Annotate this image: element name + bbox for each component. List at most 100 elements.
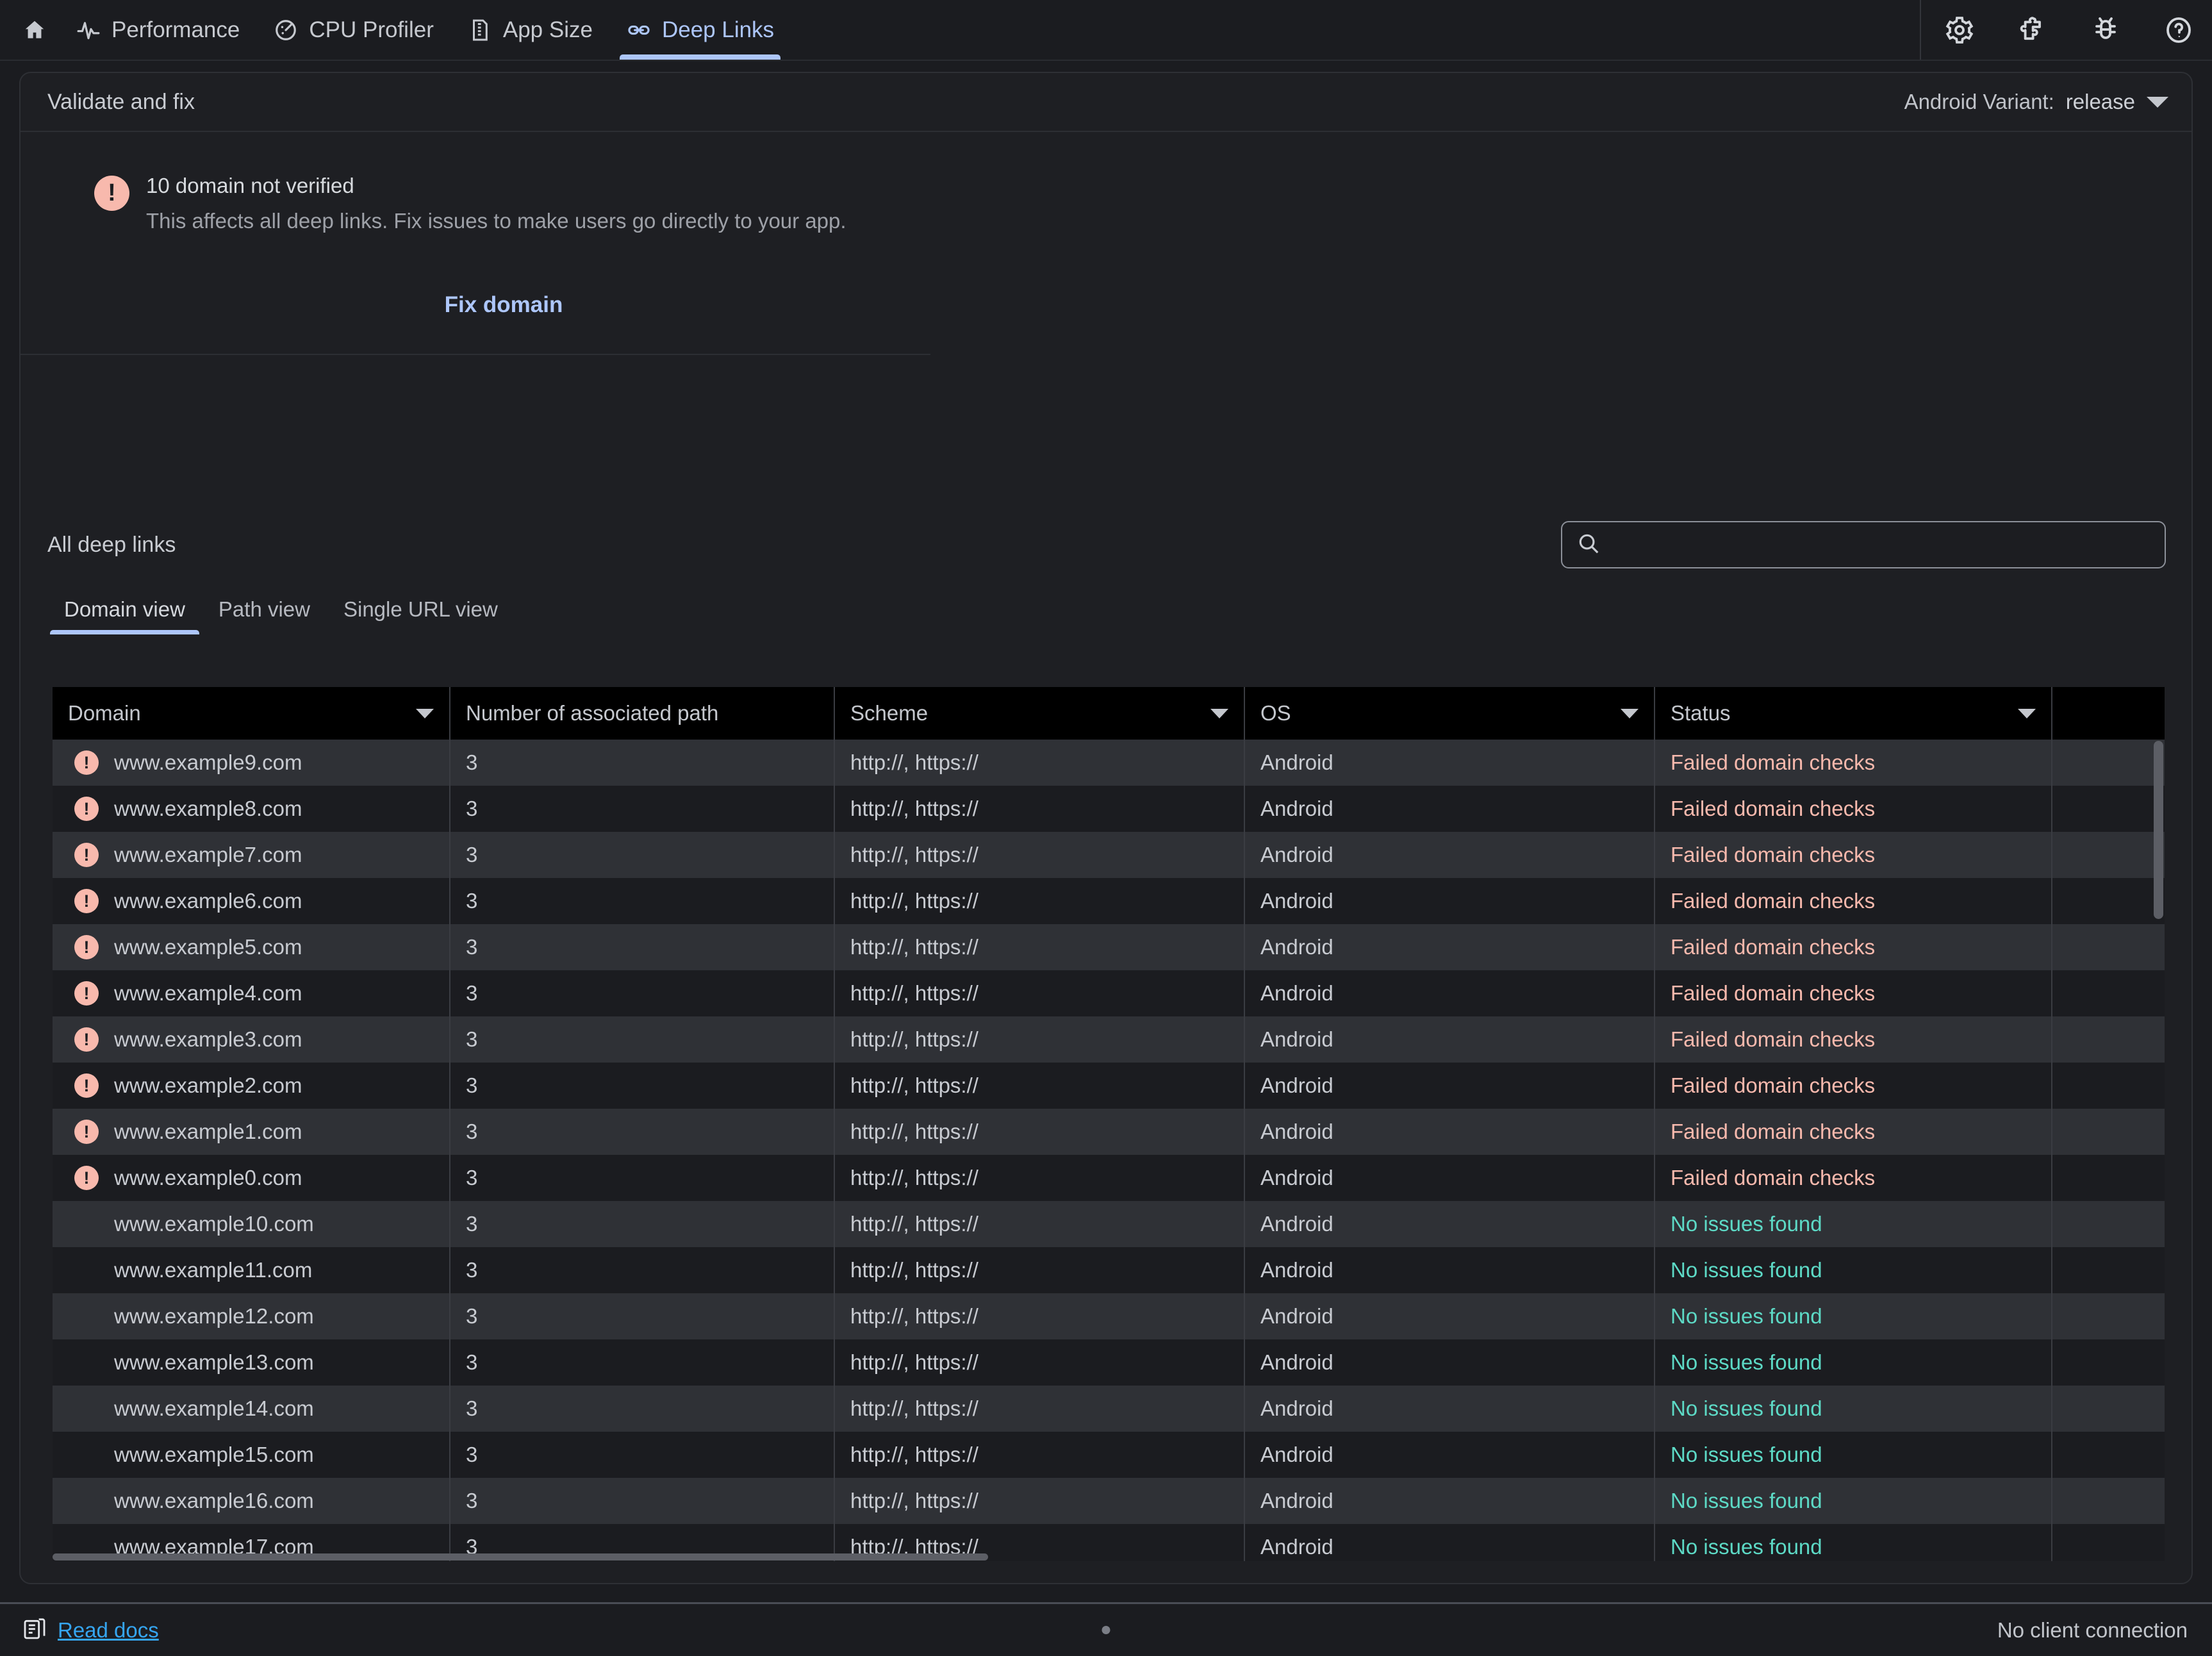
- column-header-number-of-associated-path[interactable]: Number of associated path: [450, 687, 834, 740]
- table-row[interactable]: !www.example8.com3http://, https://Andro…: [53, 786, 2165, 832]
- cell-paths: 3: [450, 1339, 834, 1386]
- fix-domain-row: Fix domain: [21, 285, 930, 355]
- read-docs[interactable]: Read docs: [22, 1616, 159, 1644]
- chevron-down-icon: [1210, 709, 1228, 718]
- error-icon: !: [74, 1073, 99, 1098]
- link-icon: [626, 17, 652, 43]
- table-row[interactable]: www.example13.com3http://, https://Andro…: [53, 1339, 2165, 1386]
- cell-paths: 3: [450, 1432, 834, 1478]
- cell-scheme: http://, https://: [834, 1386, 1244, 1432]
- view-tab-domain-view[interactable]: Domain view: [47, 597, 202, 634]
- fix-domain-button[interactable]: Fix domain: [425, 285, 582, 326]
- cell-actions: [2052, 1016, 2165, 1063]
- cell-domain: !www.example9.com: [53, 740, 450, 786]
- column-header-domain[interactable]: Domain: [53, 687, 450, 740]
- help-icon[interactable]: [2162, 13, 2195, 47]
- docs-icon: [22, 1616, 47, 1644]
- domain-alert-title: 10 domain not verified: [146, 174, 846, 198]
- domain-alert: ! 10 domain not verified This affects al…: [21, 165, 2191, 236]
- cell-domain: !www.example5.com: [53, 924, 450, 970]
- cell-paths: 3: [450, 786, 834, 832]
- cell-paths: 3: [450, 1293, 834, 1339]
- horizontal-scrollbar[interactable]: [53, 1552, 2150, 1561]
- chevron-down-icon: [2147, 97, 2168, 108]
- table-row[interactable]: www.example16.com3http://, https://Andro…: [53, 1478, 2165, 1524]
- cell-status: Failed domain checks: [1655, 1109, 2052, 1155]
- column-header-scheme[interactable]: Scheme: [834, 687, 1244, 740]
- cell-actions: [2052, 1155, 2165, 1201]
- deep-links-table: DomainNumber of associated path Scheme OS S…: [53, 687, 2165, 1561]
- table-row[interactable]: www.example14.com3http://, https://Andro…: [53, 1386, 2165, 1432]
- error-icon: !: [94, 176, 129, 211]
- cell-scheme: http://, https://: [834, 832, 1244, 878]
- all-deep-links-title: All deep links: [47, 533, 176, 558]
- read-docs-link[interactable]: Read docs: [58, 1618, 159, 1643]
- table-row[interactable]: !www.example1.com3http://, https://Andro…: [53, 1109, 2165, 1155]
- horizontal-scrollbar-thumb[interactable]: [53, 1553, 988, 1561]
- cell-domain: www.example12.com: [53, 1293, 450, 1339]
- cell-paths: 3: [450, 878, 834, 924]
- table-row[interactable]: !www.example3.com3http://, https://Andro…: [53, 1016, 2165, 1063]
- cell-scheme: http://, https://: [834, 1063, 1244, 1109]
- view-tab-label: Single URL view: [343, 597, 498, 621]
- cell-domain: www.example16.com: [53, 1478, 450, 1524]
- vertical-scrollbar[interactable]: [2152, 741, 2165, 1561]
- toolbar-actions: [1920, 0, 2212, 60]
- nav-tab-home[interactable]: [8, 0, 59, 60]
- table-row[interactable]: www.example10.com3http://, https://Andro…: [53, 1201, 2165, 1247]
- cell-paths: 3: [450, 1155, 834, 1201]
- nav-tab-app-size[interactable]: App Size: [450, 0, 609, 60]
- cell-paths: 3: [450, 740, 834, 786]
- search-box[interactable]: [1561, 521, 2166, 568]
- view-tab-single-url-view[interactable]: Single URL view: [327, 597, 515, 634]
- cell-os: Android: [1244, 1063, 1655, 1109]
- blank-icon: [74, 1212, 99, 1236]
- table-row[interactable]: !www.example9.com3http://, https://Andro…: [53, 740, 2165, 786]
- column-header-blank[interactable]: [2052, 687, 2165, 740]
- domain-name: www.example0.com: [114, 1166, 302, 1190]
- domain-name: www.example5.com: [114, 935, 302, 959]
- cell-actions: [2052, 786, 2165, 832]
- cell-paths: 3: [450, 924, 834, 970]
- error-icon: !: [74, 1027, 99, 1052]
- view-tab-label: Path view: [219, 597, 310, 621]
- table-row[interactable]: www.example11.com3http://, https://Andro…: [53, 1247, 2165, 1293]
- android-variant-selector[interactable]: Android Variant: release: [1904, 90, 2168, 114]
- active-tab-indicator: [620, 54, 780, 60]
- cell-actions: [2052, 1109, 2165, 1155]
- domain-alert-text: 10 domain not verified This affects all …: [146, 174, 846, 236]
- table-row[interactable]: !www.example0.com3http://, https://Andro…: [53, 1155, 2165, 1201]
- vertical-scrollbar-thumb[interactable]: [2154, 741, 2163, 919]
- puzzle-icon[interactable]: [2016, 13, 2049, 47]
- cell-domain: www.example15.com: [53, 1432, 450, 1478]
- table-row[interactable]: !www.example2.com3http://, https://Andro…: [53, 1063, 2165, 1109]
- cell-os: Android: [1244, 1339, 1655, 1386]
- table-row[interactable]: www.example15.com3http://, https://Andro…: [53, 1432, 2165, 1478]
- view-tab-path-view[interactable]: Path view: [202, 597, 327, 634]
- gear-icon[interactable]: [1943, 13, 1976, 47]
- table-row[interactable]: !www.example4.com3http://, https://Andro…: [53, 970, 2165, 1016]
- cell-status: No issues found: [1655, 1339, 2052, 1386]
- cell-domain: www.example11.com: [53, 1247, 450, 1293]
- table-row[interactable]: !www.example7.com3http://, https://Andro…: [53, 832, 2165, 878]
- search-input[interactable]: [1611, 533, 2150, 556]
- cell-os: Android: [1244, 924, 1655, 970]
- cell-actions: [2052, 970, 2165, 1016]
- column-header-label: Scheme: [850, 701, 928, 725]
- table-row[interactable]: !www.example6.com3http://, https://Andro…: [53, 878, 2165, 924]
- cell-actions: [2052, 1432, 2165, 1478]
- cell-status: No issues found: [1655, 1432, 2052, 1478]
- nav-tab-deep-links[interactable]: Deep Links: [609, 0, 791, 60]
- table-row[interactable]: !www.example5.com3http://, https://Andro…: [53, 924, 2165, 970]
- cell-actions: [2052, 832, 2165, 878]
- nav-tab-performance[interactable]: Performance: [59, 0, 256, 60]
- column-header-os[interactable]: OS: [1244, 687, 1655, 740]
- domain-name: www.example1.com: [114, 1120, 302, 1144]
- nav-tab-cpu-profiler[interactable]: CPU Profiler: [256, 0, 450, 60]
- bug-icon[interactable]: [2089, 13, 2122, 47]
- column-header-status[interactable]: Status: [1655, 687, 2052, 740]
- column-header-label: Status: [1671, 701, 1731, 725]
- cell-paths: 3: [450, 1016, 834, 1063]
- cell-scheme: http://, https://: [834, 1339, 1244, 1386]
- table-row[interactable]: www.example12.com3http://, https://Andro…: [53, 1293, 2165, 1339]
